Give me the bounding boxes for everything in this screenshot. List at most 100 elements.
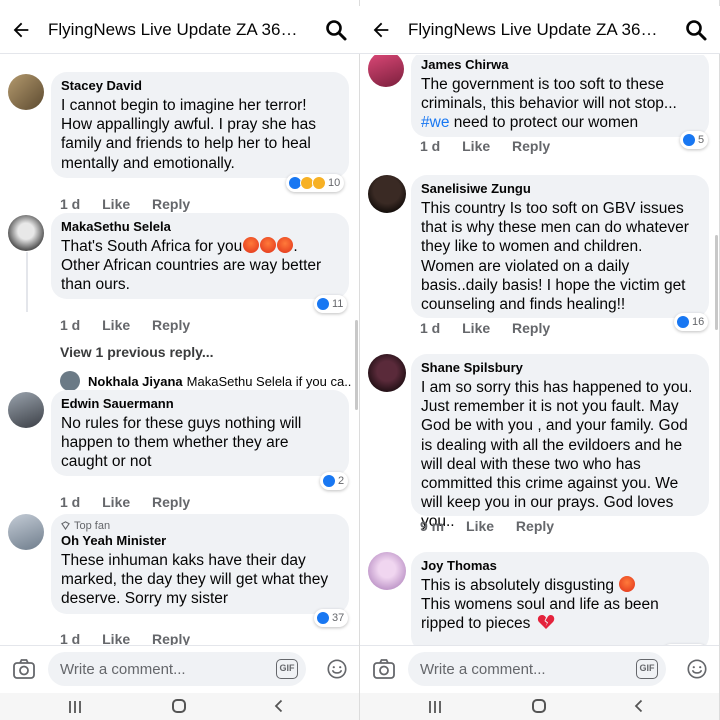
scrollbar[interactable] [715, 235, 718, 330]
like-button[interactable]: Like [462, 138, 490, 154]
avatar [60, 371, 80, 391]
comment-text-part: need to protect our women [449, 114, 639, 132]
commenter-name[interactable]: James Chirwa [421, 57, 699, 72]
reply-button[interactable]: Reply [516, 518, 554, 534]
commenter-name[interactable]: Stacey David [61, 78, 339, 93]
like-button[interactable]: Like [102, 631, 130, 645]
comment-text: I am so sorry this has happened to you. … [421, 379, 693, 531]
comment-time: 1 d [420, 320, 441, 336]
comment-bubble: Sanelisiwe Zungu This country Is too sof… [411, 175, 709, 318]
comment-input[interactable] [48, 652, 306, 686]
avatar[interactable] [8, 215, 44, 251]
like-button[interactable]: Like [466, 518, 494, 534]
arrow-left-icon[interactable] [370, 19, 392, 41]
like-button[interactable]: Like [102, 494, 130, 510]
commenter-name[interactable]: Shane Spilsbury [421, 360, 699, 375]
comment-bubble: Top fan Oh Yeah Minister These inhuman k… [51, 514, 349, 614]
android-nav-bar [0, 693, 360, 720]
comment-text: The government is too soft to these crim… [421, 75, 699, 133]
reaction-summary[interactable]: 16 [674, 313, 709, 331]
reaction-summary[interactable]: 37 [314, 609, 349, 627]
gif-icon[interactable]: GIF [636, 659, 658, 679]
reply-button[interactable]: Reply [152, 317, 190, 333]
reaction-summary[interactable]: 11 [314, 295, 348, 313]
reaction-count: 2 [338, 475, 345, 487]
avatar[interactable] [368, 552, 406, 590]
comment-text: This country Is too soft on GBV issues t… [421, 200, 689, 314]
comment-feed[interactable]: James Chirwa The government is too soft … [360, 55, 720, 645]
comment-text: That's South Africa for you. Other Africa… [61, 237, 322, 294]
comment-composer: GIF [0, 645, 360, 693]
reaction-summary[interactable]: 10 [286, 174, 345, 192]
avatar[interactable] [368, 175, 406, 213]
search-icon[interactable] [324, 18, 348, 42]
recent-apps-icon[interactable] [68, 700, 82, 714]
reply-button[interactable]: Reply [512, 138, 550, 154]
avatar[interactable] [8, 514, 44, 550]
angry-emoji-icon [260, 237, 277, 253]
reply-button[interactable]: Reply [152, 494, 190, 510]
left-screen: FlyingNews Live Update ZA 365/2... Stace… [0, 0, 360, 720]
comment-bubble: James Chirwa The government is too soft … [411, 55, 709, 137]
broken-heart-icon [537, 615, 554, 630]
like-button[interactable]: Like [102, 196, 130, 212]
commenter-name[interactable]: Sanelisiwe Zungu [421, 181, 699, 196]
reaction-summary[interactable]: 2 [320, 472, 349, 490]
avatar[interactable] [8, 74, 44, 110]
comment-text: This is absolutely disgusting This women… [421, 576, 699, 634]
angry-emoji-icon [277, 237, 294, 253]
commenter-name[interactable]: Oh Yeah Minister [61, 533, 339, 548]
search-icon[interactable] [684, 18, 708, 42]
comment-actions: 1 d Like Reply [420, 138, 568, 154]
avatar[interactable] [368, 354, 406, 392]
reaction-count: 5 [698, 134, 705, 146]
reaction-summary[interactable]: 5 [680, 131, 709, 149]
comment-text: No rules for these guys nothing will hap… [61, 415, 302, 471]
comment-time: 9 m [420, 518, 445, 534]
hashtag-link[interactable]: #we [421, 114, 449, 131]
comment-text-part: The government is too soft to these crim… [421, 76, 677, 113]
chevron-left-icon[interactable] [272, 699, 286, 713]
commenter-name[interactable]: Edwin Sauermann [61, 396, 339, 411]
arrow-left-icon[interactable] [10, 19, 32, 41]
like-button[interactable]: Like [462, 320, 490, 336]
comment-bubble: MakaSethu Selela That's South Africa for… [51, 213, 349, 299]
like-button[interactable]: Like [102, 317, 130, 333]
recent-apps-icon[interactable] [428, 700, 442, 714]
comment-input[interactable] [408, 652, 666, 686]
like-reaction-icon [676, 315, 690, 329]
commenter-name[interactable]: Joy Thomas [421, 558, 699, 573]
commenter-name[interactable]: MakaSethu Selela [61, 219, 339, 234]
angry-emoji-icon [243, 237, 260, 253]
avatar[interactable] [368, 55, 404, 87]
comment-text-part: This is absolutely disgusting [421, 577, 614, 594]
reply-button[interactable]: Reply [512, 320, 550, 336]
thread-line [26, 252, 28, 312]
like-reaction-icon [682, 133, 696, 147]
like-reaction-icon [316, 611, 330, 625]
camera-icon[interactable] [12, 658, 36, 680]
reply-button[interactable]: Reply [152, 631, 190, 645]
angry-emoji-icon [619, 576, 636, 592]
chevron-left-icon[interactable] [632, 699, 646, 713]
top-fan-icon [61, 521, 70, 531]
comment-time: 1 d [60, 494, 81, 510]
reaction-count: 37 [332, 612, 345, 624]
scrollbar[interactable] [355, 320, 358, 410]
comment-actions: 1 d Like Reply [60, 631, 208, 645]
comment-actions: 9 m Like Reply [420, 518, 572, 534]
comment-feed[interactable]: Stacey David I cannot begin to imagine h… [0, 55, 360, 645]
comment-actions: 1 d Like Reply [60, 494, 208, 510]
emoji-icon[interactable] [326, 658, 348, 680]
emoji-icon[interactable] [686, 658, 708, 680]
reply-button[interactable]: Reply [152, 196, 190, 212]
home-icon[interactable] [172, 699, 186, 713]
gif-icon[interactable]: GIF [276, 659, 298, 679]
home-icon[interactable] [532, 699, 546, 713]
comment-text-part: Other African countries are way better t… [61, 257, 322, 294]
view-previous-replies-link[interactable]: View 1 previous reply... [60, 344, 214, 360]
camera-icon[interactable] [372, 658, 396, 680]
comment-bubble: Edwin Sauermann No rules for these guys … [51, 390, 349, 476]
page-title: FlyingNews Live Update ZA 365/2... [48, 20, 304, 39]
avatar[interactable] [8, 392, 44, 428]
